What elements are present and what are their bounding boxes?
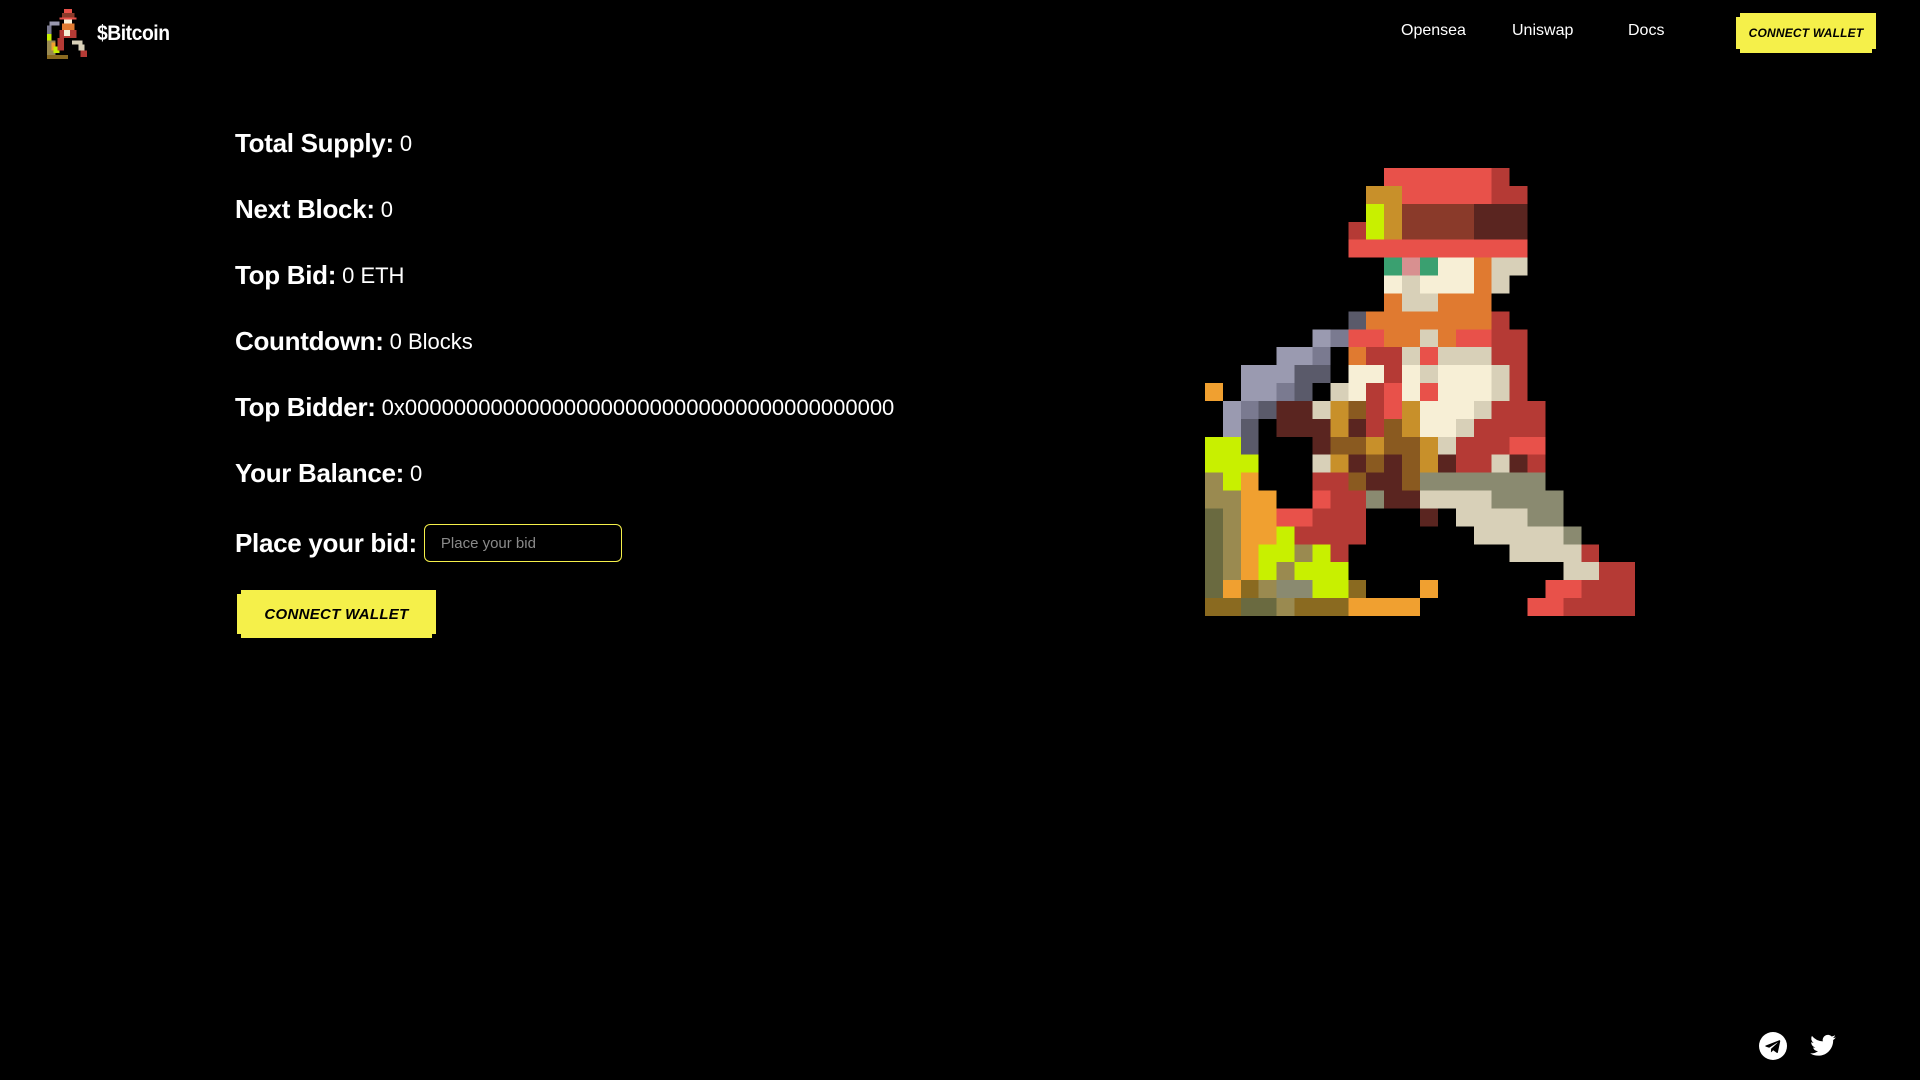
social-links bbox=[1759, 1032, 1837, 1060]
place-bid-row: Place your bid: bbox=[235, 524, 622, 562]
total-supply-row: Total Supply: 0 bbox=[235, 128, 412, 159]
your-balance-label: Your Balance: bbox=[235, 458, 404, 488]
top-bid-row: Top Bid: 0 ETH bbox=[235, 260, 404, 291]
your-balance-value: 0 bbox=[410, 460, 423, 486]
header-connect-wallet-button[interactable]: CONNECT WALLET bbox=[1736, 13, 1876, 53]
place-bid-label: Place your bid: bbox=[235, 527, 417, 558]
top-bidder-row: Top Bidder: 0x00000000000000000000000000… bbox=[235, 392, 894, 423]
nav-link-opensea[interactable]: Opensea bbox=[1401, 22, 1466, 40]
header: $Bitcoin Opensea Uniswap Docs CONNECT WA… bbox=[0, 0, 1920, 66]
page: $Bitcoin Opensea Uniswap Docs CONNECT WA… bbox=[0, 0, 1920, 1080]
total-supply-label: Total Supply: bbox=[235, 128, 394, 158]
next-block-label: Next Block: bbox=[235, 194, 375, 224]
next-block-value: 0 bbox=[380, 196, 393, 222]
your-balance-row: Your Balance: 0 bbox=[235, 458, 422, 489]
top-bidder-label: Top Bidder: bbox=[235, 392, 376, 422]
nav-link-docs[interactable]: Docs bbox=[1628, 22, 1664, 40]
twitter-icon bbox=[1810, 1034, 1836, 1056]
twitter-link[interactable] bbox=[1809, 1032, 1837, 1060]
pixel-miner-icon bbox=[47, 9, 87, 59]
pixel-bitcoin-miner-icon bbox=[1204, 168, 1636, 616]
brand-link[interactable]: $Bitcoin bbox=[43, 9, 176, 59]
countdown-label: Countdown: bbox=[235, 326, 384, 356]
bid-input[interactable] bbox=[423, 524, 622, 562]
total-supply-value: 0 bbox=[399, 130, 413, 156]
countdown-row: Countdown: 0 Blocks bbox=[235, 326, 473, 357]
telegram-icon bbox=[1759, 1032, 1787, 1060]
top-bid-value: 0 ETH bbox=[342, 262, 405, 288]
brand-name: $Bitcoin bbox=[97, 22, 170, 45]
top-bidder-value: 0x00000000000000000000000000000000000000… bbox=[381, 394, 895, 420]
telegram-link[interactable] bbox=[1759, 1032, 1787, 1060]
countdown-value: 0 Blocks bbox=[389, 328, 473, 354]
nav-link-uniswap[interactable]: Uniswap bbox=[1512, 22, 1573, 40]
next-block-row: Next Block: 0 bbox=[235, 194, 393, 225]
top-bid-label: Top Bid: bbox=[235, 260, 337, 290]
connect-wallet-button[interactable]: CONNECT WALLET bbox=[237, 590, 436, 638]
